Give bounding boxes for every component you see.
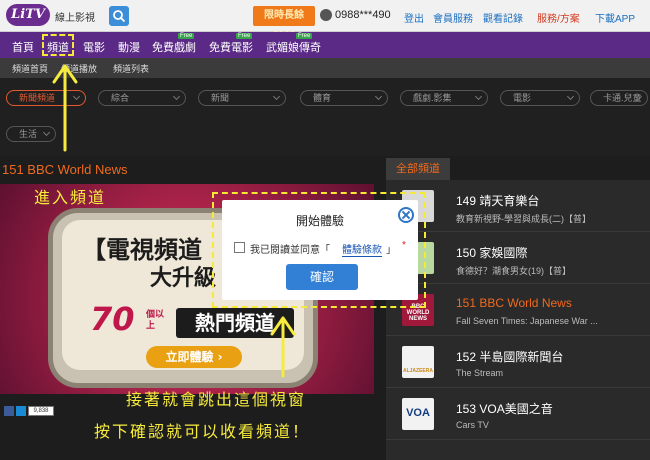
nav-home[interactable]: 首頁 [12,39,34,55]
chevron-down-icon [374,92,383,101]
filter-news[interactable]: 新聞 [198,90,286,106]
chevron-down-icon [172,92,181,101]
annotation-note-line1: 接著就會跳出這個視窗 [126,390,307,409]
watch-history-link[interactable]: 觀看記錄 [483,10,523,25]
dialog-title: 開始體驗 [295,214,344,228]
filter-lifestyle[interactable]: 生活 [6,126,56,142]
terms-link[interactable]: 體驗條款 [342,241,382,257]
filter-label: 體育 [313,93,332,103]
chevron-down-icon [42,128,51,137]
agree-label: 我已閱讀並同意「 [250,245,330,256]
category-filters: 新聞頻道 綜合 新聞 體育 戲劇.影集 電影 卡通.兒童 生活 [0,78,650,156]
main-nav: 首頁 頻道 電影 動漫 免費戲劇 Free 免費電影 Free 武媚娘傳奇 Fr… [0,32,650,58]
channel-program: Cars TV [456,420,489,430]
promo-banner-button[interactable]: 限時長餘 $168 [253,6,315,41]
filter-kids[interactable]: 卡通.兒童 [590,90,648,106]
channel-name: 150 家娛國際 [456,246,528,260]
channel-program: 食德好？潮食男女(19)【普】 [456,266,572,276]
like-icon[interactable] [16,406,26,416]
user-icon [320,9,332,21]
annotation-enter-channel: 進入頻道 [34,188,107,207]
nav-wu-mei-niang[interactable]: 武媚娘傳奇 [266,39,321,55]
channel-row[interactable]: VOA 153 VOA美國之音 Cars TV [386,388,650,440]
litv-logo[interactable]: LiTV [6,4,50,26]
user-phone: 0988***490 [335,9,391,21]
sub-nav: 頻道首頁 頻道播放 頻道列表 [0,58,650,78]
promo-headline-2: 大升級 [150,266,217,291]
filter-sports[interactable]: 體育 [300,90,388,106]
channel-name: 153 VOA美國之音 [456,402,553,416]
chevron-down-icon [566,92,575,101]
top-header: LiTV 線上影視 限時長餘 $168 0988***490 登出 會員服務 觀… [0,0,650,41]
subnav-channel-home[interactable]: 頻道首頁 [12,62,48,75]
brand-subtitle: 線上影視 [55,13,95,24]
member-service-link[interactable]: 會員服務 [433,10,473,25]
download-app-link[interactable]: 下載APP [595,10,635,25]
channel-program: 教育新視野-學習與成長(二)【普】 [456,214,591,224]
channel-program: The Stream [456,368,504,378]
voa-logo: VOA [402,398,434,430]
current-channel-title: 151 BBC World News [2,162,128,177]
filter-label: 綜合 [111,93,130,103]
channel-name: 149 靖天育樂台 [456,194,540,208]
filter-label: 生活 [19,129,38,139]
nav-free-drama[interactable]: 免費戲劇 [152,39,196,55]
channel-row[interactable]: ALJAZEERA 152 半島國際新聞台 The Stream [386,336,650,388]
promo-number-sub: 個以上 [146,310,165,331]
free-badge: Free [236,33,253,39]
annotation-arrow-up-icon [52,64,78,152]
like-count: 9,838 [28,406,54,416]
annotation-arrow-up-icon [270,316,296,378]
start-trial-dialog: 開始體驗 我已閱讀並同意「 體驗條款 」 * 確認 [222,200,418,300]
facebook-icon[interactable] [4,406,14,416]
annotation-note-line2: 按下確認就可以收看頻道！ [94,422,311,441]
free-badge: Free [296,33,313,39]
filter-label: 戲劇.影集 [413,93,452,103]
close-icon[interactable] [398,207,414,223]
filter-general[interactable]: 綜合 [98,90,186,106]
chevron-down-icon [272,92,281,101]
search-icon [113,10,126,23]
channel-program: Fall Seven Times: Japanese War ... [456,316,598,326]
filter-label: 電影 [513,93,532,103]
agree-checkbox[interactable] [234,242,245,253]
page: LiTV 線上影視 限時長餘 $168 0988***490 登出 會員服務 觀… [0,0,650,460]
filter-drama[interactable]: 戲劇.影集 [400,90,488,106]
filter-movies[interactable]: 電影 [500,90,580,106]
promo-number: 70 [90,300,135,338]
nav-anime[interactable]: 動漫 [118,39,140,55]
filter-label: 新聞 [211,93,230,103]
subnav-channel-list[interactable]: 頻道列表 [113,62,149,75]
try-now-button[interactable]: 立即體驗 › [146,346,242,368]
service-plan-link[interactable]: 服務/方案 [537,10,580,25]
nav-free-movies[interactable]: 免費電影 [209,39,253,55]
chevron-down-icon [474,92,483,101]
search-button[interactable] [109,6,129,26]
channel-name: 151 BBC World News [456,296,572,310]
agree-label-end: 」 [386,245,396,256]
confirm-button[interactable]: 確認 [286,264,358,290]
annotation-highlight-box [42,34,74,56]
nav-movies[interactable]: 電影 [83,39,105,55]
free-badge: Free [178,33,195,39]
aljazeera-logo: ALJAZEERA [402,346,434,378]
channel-name: 152 半島國際新聞台 [456,350,564,364]
required-mark: * [402,240,406,251]
logout-link[interactable]: 登出 [404,10,424,25]
tab-all-channels[interactable]: 全部頻道 [386,158,450,180]
